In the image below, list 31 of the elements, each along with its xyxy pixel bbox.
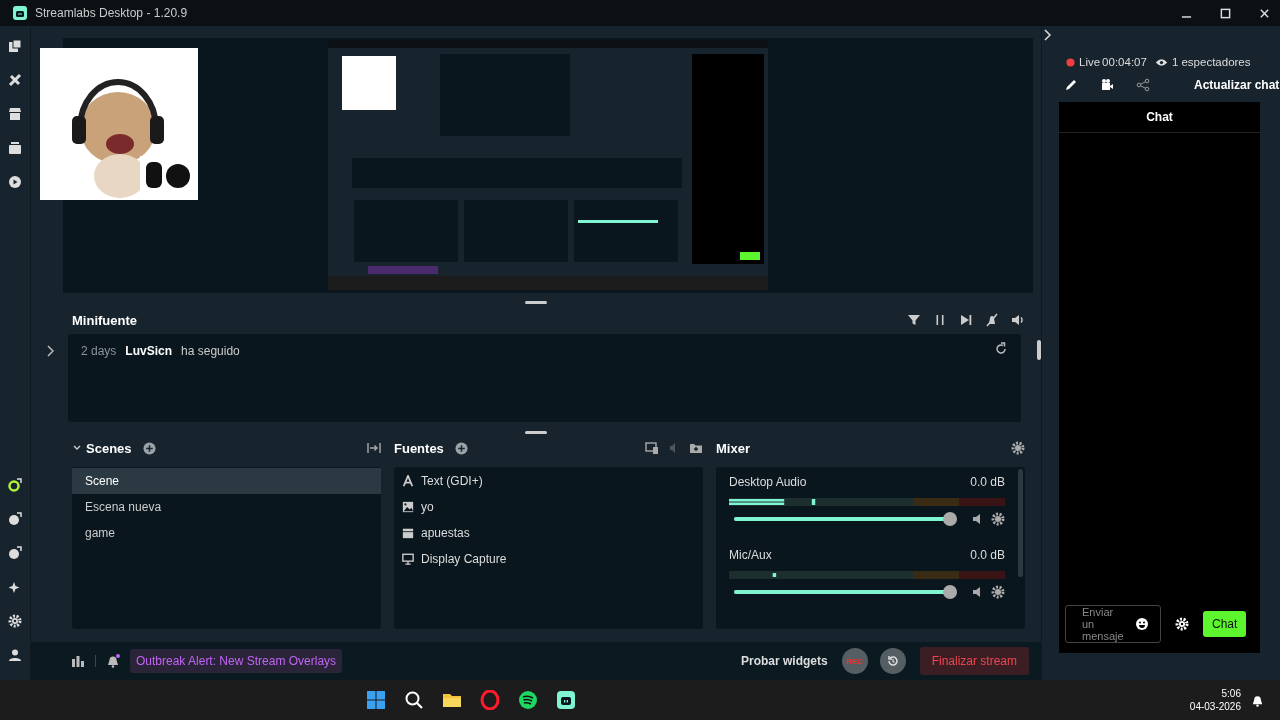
scene-item[interactable]: Scene [72,468,381,495]
viewer-count: 1 espectadores [1171,56,1251,68]
send-chat-button[interactable]: Chat [1203,611,1247,637]
window-title: Streamlabs Desktop - 1.20.9 [35,6,188,20]
channel-reading: 0.0 dB [970,548,1005,563]
source-item[interactable]: yo [394,494,703,521]
live-label: Live [1079,56,1101,68]
channel-reading: 0.0 dB [970,475,1005,490]
event-action: ha seguido [181,344,240,359]
mixer-title: Mixer [716,440,750,456]
event-user: LuvSicn [125,344,173,359]
channel-name: Mic/Aux [729,548,772,563]
clock-date: 04-03-2026 [1189,701,1241,712]
alert-link[interactable]: Outbreak Alert: New Stream Overlays [130,649,343,674]
event-time: 2 days [81,344,117,359]
source-item[interactable]: Text (GDI+) [394,468,703,495]
chat-header: Chat [1059,102,1260,133]
clock-time: 5:06 [1221,688,1241,699]
refresh-chat-button[interactable]: Actualizar chat [1194,78,1280,92]
live-time: 00:04:07 [1102,56,1147,68]
scenes-title: Scenes [86,440,132,456]
scene-item[interactable]: game [72,520,381,547]
test-widgets-button[interactable]: Probar widgets [740,654,828,669]
scene-item[interactable]: Escena nueva [72,494,381,521]
source-item[interactable]: apuestas [394,520,703,547]
end-stream-button[interactable]: Finalizar stream [919,647,1029,676]
source-item[interactable]: Display Capture [394,546,703,573]
minifeed-title: Minifuente [72,312,137,328]
sources-title: Fuentes [394,440,444,456]
message-field[interactable]: Enviar un mensaje [1065,605,1161,643]
channel-name: Desktop Audio [729,475,807,490]
